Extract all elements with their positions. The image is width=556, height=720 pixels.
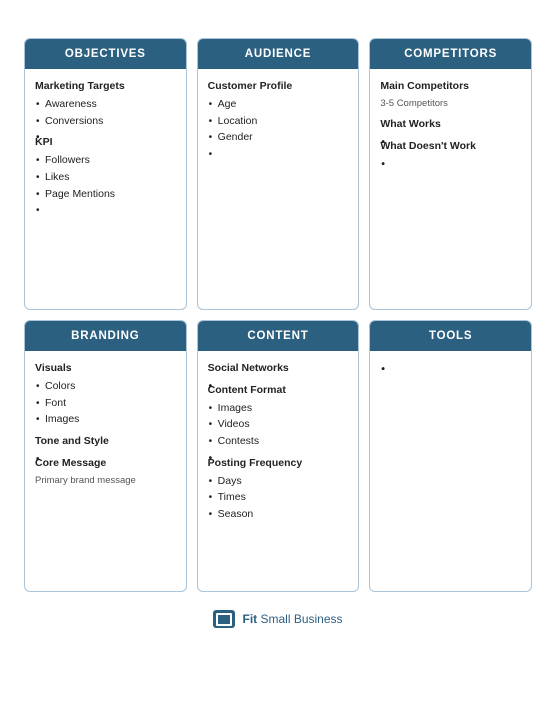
list-item: Likes (35, 170, 176, 186)
bullet-list: AgeLocationGender (208, 97, 349, 146)
brand-icon (213, 610, 235, 628)
bullet-list: AwarenessConversions (35, 97, 176, 130)
section-title: Customer Profile (208, 79, 349, 95)
section-title: KPI (35, 135, 176, 151)
list-item: Awareness (35, 97, 176, 113)
card-body-competitors: Main Competitors 3-5 Competitors What Work… (370, 69, 531, 309)
bullet-list: DaysTimesSeason (208, 474, 349, 523)
section-title: Tone and Style (35, 434, 176, 450)
bullet-list: ImagesVideosContests (208, 401, 349, 450)
list-item: Images (35, 412, 176, 428)
card-tools: TOOLS (369, 320, 532, 592)
bullet-list: FollowersLikesPage Mentions (35, 153, 176, 202)
card-header-content: CONTENT (198, 321, 359, 351)
card-body-branding: Visuals ColorsFontImages Tone and Style Cor… (25, 351, 186, 591)
list-item: Font (35, 396, 176, 412)
bullet-list: ColorsFontImages (35, 379, 176, 428)
list-item: Gender (208, 130, 349, 146)
section-title: Social Networks (208, 361, 349, 377)
list-item: Age (208, 97, 349, 113)
grid-row2: BRANDINGVisualsColorsFontImagesTone and … (24, 320, 532, 592)
brand-name: Fit Small Business (242, 612, 342, 626)
footer: Fit Small Business (24, 610, 532, 628)
section-title: Posting Frequency (208, 456, 349, 472)
section-title: What Works (380, 117, 521, 133)
card-header-competitors: COMPETITORS (370, 39, 531, 69)
list-item: Conversions (35, 114, 176, 130)
card-objectives: OBJECTIVES Marketing Targets AwarenessConv… (24, 38, 187, 310)
list-item: Times (208, 490, 349, 506)
list-item: Followers (35, 153, 176, 169)
section-title: What Doesn't Work (380, 139, 521, 155)
list-item: Videos (208, 417, 349, 433)
section-title: Visuals (35, 361, 176, 377)
sub-note: Primary brand message (35, 474, 176, 488)
section-title: Marketing Targets (35, 79, 176, 95)
sub-note: 3-5 Competitors (380, 97, 521, 111)
section-title: Core Message (35, 456, 176, 472)
card-header-branding: BRANDING (25, 321, 186, 351)
section-title: Content Format (208, 383, 349, 399)
section-title: Main Competitors (380, 79, 521, 95)
list-item: Location (208, 114, 349, 130)
list-item: Images (208, 401, 349, 417)
card-body-tools (370, 351, 531, 591)
card-audience: AUDIENCE Customer Profile AgeLocationGende… (197, 38, 360, 310)
card-header-objectives: OBJECTIVES (25, 39, 186, 69)
grid-row1: OBJECTIVES Marketing Targets AwarenessConv… (24, 38, 532, 310)
card-header-audience: AUDIENCE (198, 39, 359, 69)
card-content: CONTENT Social Networks Content Format Imag… (197, 320, 360, 592)
card-competitors: COMPETITORS Main Competitors 3-5 Competito… (369, 38, 532, 310)
card-body-content: Social Networks Content Format ImagesVideo… (198, 351, 359, 591)
card-body-audience: Customer Profile AgeLocationGender (198, 69, 359, 309)
list-item: Contests (208, 434, 349, 450)
card-branding: BRANDING Visuals ColorsFontImages Tone and … (24, 320, 187, 592)
card-body-objectives: Marketing Targets AwarenessConversions KPI… (25, 69, 186, 309)
card-header-tools: TOOLS (370, 321, 531, 351)
list-item: Colors (35, 379, 176, 395)
list-item: Page Mentions (35, 187, 176, 203)
list-item: Days (208, 474, 349, 490)
list-item: Season (208, 507, 349, 523)
